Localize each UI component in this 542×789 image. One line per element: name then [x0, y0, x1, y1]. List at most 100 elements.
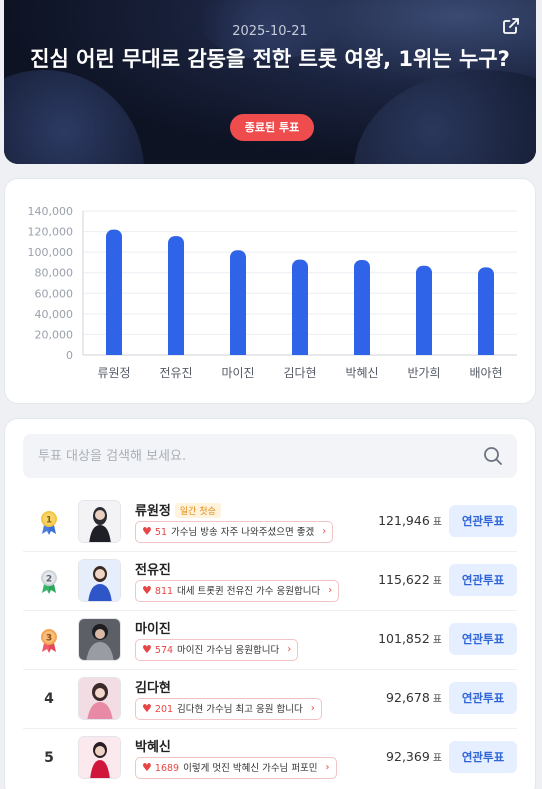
heart-icon: ♥	[142, 761, 152, 774]
comment-text: 이렇게 멋진 박혜신 가수님 퍼포민	[183, 763, 318, 774]
comment-text: 김다현 가수님 최고 응원 합니다	[177, 704, 303, 715]
heart-icon: ♥	[142, 643, 152, 656]
rank-badge: 4	[37, 684, 61, 714]
top-comment[interactable]: ♥ 574 마이진 가수님 응원합니다 ›	[135, 639, 299, 661]
heart-icon: ♥	[142, 584, 152, 597]
rank-number: 4	[44, 691, 54, 707]
y-tick-label: 60,000	[35, 287, 74, 300]
top-comment[interactable]: ♥ 811 대세 트롯퀸 전유진 가수 응원합니다 ›	[135, 580, 340, 602]
chevron-right-icon: ›	[287, 644, 292, 655]
related-vote-button[interactable]: 연관투표	[449, 623, 517, 655]
rank-badge: 3	[37, 625, 61, 655]
comment-count: 574	[154, 645, 174, 656]
vote-count: 121,946 표	[378, 513, 442, 528]
poll-header: 2025-10-21 진심 어린 무대로 감동을 전한 트롯 여왕, 1위는 누…	[4, 0, 536, 164]
bar[interactable]	[354, 259, 370, 355]
poll-title: 진심 어린 무대로 감동을 전한 트롯 여왕, 1위는 누구?	[30, 47, 510, 71]
rank-badge: 5	[37, 743, 61, 773]
bar[interactable]	[230, 250, 246, 355]
related-vote-button[interactable]: 연관투표	[449, 564, 517, 596]
candidate-name: 전유진	[135, 563, 171, 578]
chevron-right-icon: ›	[322, 526, 327, 537]
y-tick-label: 0	[66, 349, 73, 362]
x-tick-label: 류원정	[97, 366, 130, 380]
related-vote-button[interactable]: 연관투표	[449, 741, 517, 773]
list-item[interactable]: 1 류원정 일간 첫승 ♥ 51 가수님 방송 자주 나와주셨으면 좋겠 › 121…	[23, 493, 517, 552]
search-icon[interactable]	[483, 446, 503, 466]
rank-number: 5	[44, 750, 54, 766]
chevron-right-icon: ›	[325, 762, 330, 773]
bar[interactable]	[292, 259, 308, 355]
bar-base	[292, 347, 308, 355]
rank-badge: 1	[37, 507, 61, 537]
candidate-name: 류원정	[135, 504, 171, 519]
x-tick-label: 전유진	[159, 366, 192, 380]
bar-base	[354, 347, 370, 355]
candidate-photo	[78, 500, 121, 543]
candidate-photo	[78, 559, 121, 602]
candidate-name: 마이진	[135, 622, 171, 637]
x-tick-label: 박혜신	[345, 366, 378, 380]
related-vote-button[interactable]: 연관투표	[449, 682, 517, 714]
poll-date: 2025-10-21	[232, 24, 308, 39]
list-item[interactable]: 5 박혜신 ♥ 1689 이렇게 멋진 박혜신 가수님 퍼포민 › 92,369 표…	[23, 729, 517, 788]
search-bar	[23, 434, 517, 478]
bar-chart: 0 20,000 40,000 60,000 80,000 100,000 120,000 1…	[28, 205, 517, 380]
background-orb	[354, 70, 536, 164]
list-item[interactable]: 2 전유진 ♥ 811 대세 트롯퀸 전유진 가수 응원합니다 › 115,622…	[23, 552, 517, 611]
search-input[interactable]	[23, 434, 463, 478]
rank-number: 1	[46, 516, 52, 526]
candidate-name: 박혜신	[135, 740, 171, 755]
share-icon[interactable]	[502, 17, 520, 35]
top-comment[interactable]: ♥ 201 김다현 가수님 최고 응원 합니다 ›	[135, 698, 322, 720]
vote-count: 101,852 표	[378, 631, 442, 646]
rank-badge: 2	[37, 566, 61, 596]
rank-number: 3	[46, 634, 52, 644]
vote-count: 115,622 표	[378, 572, 442, 587]
bar[interactable]	[416, 265, 432, 355]
bar-base	[230, 347, 246, 355]
x-tick-label: 배아현	[469, 366, 502, 380]
x-tick-label: 김다현	[283, 366, 316, 380]
bar-base	[168, 347, 184, 355]
top-comment[interactable]: ♥ 51 가수님 방송 자주 나와주셨으면 좋겠 ›	[135, 521, 334, 543]
comment-count: 201	[154, 704, 174, 715]
vote-chart: 0 20,000 40,000 60,000 80,000 100,000 120,000 1…	[4, 178, 536, 404]
candidate-name: 김다현	[135, 681, 171, 696]
bar[interactable]	[106, 229, 122, 355]
top-comment[interactable]: ♥ 1689 이렇게 멋진 박혜신 가수님 퍼포민 ›	[135, 757, 337, 779]
comment-count: 51	[154, 527, 167, 538]
comment-count: 1689	[154, 763, 180, 774]
bar-base	[478, 347, 494, 355]
comment-text: 가수님 방송 자주 나와주셨으면 좋겠	[171, 527, 315, 538]
vote-count: 92,678 표	[386, 690, 442, 705]
bronze-medal-icon: 3	[41, 629, 57, 653]
bar[interactable]	[478, 267, 494, 355]
bar[interactable]	[168, 236, 184, 355]
silver-medal-icon: 2	[41, 570, 57, 594]
heart-icon: ♥	[142, 525, 152, 538]
list-item[interactable]: 3 마이진 ♥ 574 마이진 가수님 응원합니다 › 101,852 표 연관투표	[23, 611, 517, 670]
y-tick-label: 100,000	[28, 246, 74, 259]
daily-first-win-tag: 일간 첫승	[174, 503, 221, 518]
bar-base	[106, 347, 122, 355]
x-tick-label: 마이진	[221, 366, 254, 380]
x-tick-label: 반가희	[407, 366, 440, 380]
poll-status-badge: 종료된 투표	[230, 114, 314, 141]
list-item[interactable]: 4 김다현 ♥ 201 김다현 가수님 최고 응원 합니다 › 92,678 표 연…	[23, 670, 517, 729]
bar-base	[416, 347, 432, 355]
candidate-list: 1 류원정일간 첫승 ♥ 51 가수님 방송 자주 나와주셨으면 좋겠 › 121…	[4, 418, 536, 789]
comment-count: 811	[154, 586, 174, 597]
candidate-photo	[78, 677, 121, 720]
comment-text: 대세 트롯퀸 전유진 가수 응원합니다	[177, 586, 321, 597]
y-tick-label: 80,000	[35, 267, 74, 280]
chevron-right-icon: ›	[310, 703, 315, 714]
related-vote-button[interactable]: 연관투표	[449, 505, 517, 537]
vote-count: 92,369 표	[386, 749, 442, 764]
heart-icon: ♥	[142, 702, 152, 715]
y-tick-label: 40,000	[35, 308, 74, 321]
gold-medal-icon: 1	[41, 511, 57, 535]
y-tick-label: 120,000	[28, 226, 74, 239]
candidate-photo	[78, 618, 121, 661]
chevron-right-icon: ›	[328, 585, 333, 596]
